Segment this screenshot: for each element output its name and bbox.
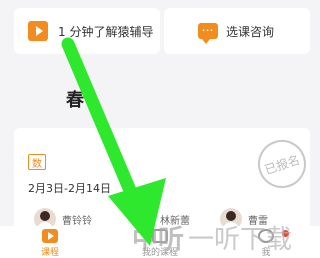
intro-video-card[interactable]: 1 分钟了解猿辅导 xyxy=(14,8,160,54)
watermark-logo: 中听 xyxy=(132,224,185,255)
tab-courses[interactable]: 课程 xyxy=(20,226,80,258)
watermark: 中听 一听下载 xyxy=(132,216,320,258)
subject-badge: 数 xyxy=(28,154,46,170)
play-icon xyxy=(42,229,58,243)
course-date-range: 2月3日-2月14日 xyxy=(28,182,111,195)
watermark-text: 一听下载 xyxy=(188,224,293,255)
tab-courses-label: 课程 xyxy=(40,248,59,258)
section-title-glyph: 春 xyxy=(66,90,84,111)
intro-video-label: 1 分钟了解猿辅导 xyxy=(58,24,154,39)
play-icon xyxy=(28,21,48,41)
app-screen: 1 分钟了解猿辅导 ··· 选课咨询 春 数 2月3日-2月14日 已报名 曹铃… xyxy=(0,0,320,258)
teacher-name: 曹铃铃 xyxy=(62,215,92,227)
course-consult-label: 选课咨询 xyxy=(226,24,275,39)
enrolled-stamp: 已报名 xyxy=(251,133,313,195)
top-action-cards: 1 分钟了解猿辅导 ··· 选课咨询 xyxy=(0,0,320,62)
course-consult-card[interactable]: ··· 选课咨询 xyxy=(164,8,310,54)
chat-icon: ··· xyxy=(198,23,218,44)
enrolled-stamp-text: 已报名 xyxy=(262,152,302,177)
